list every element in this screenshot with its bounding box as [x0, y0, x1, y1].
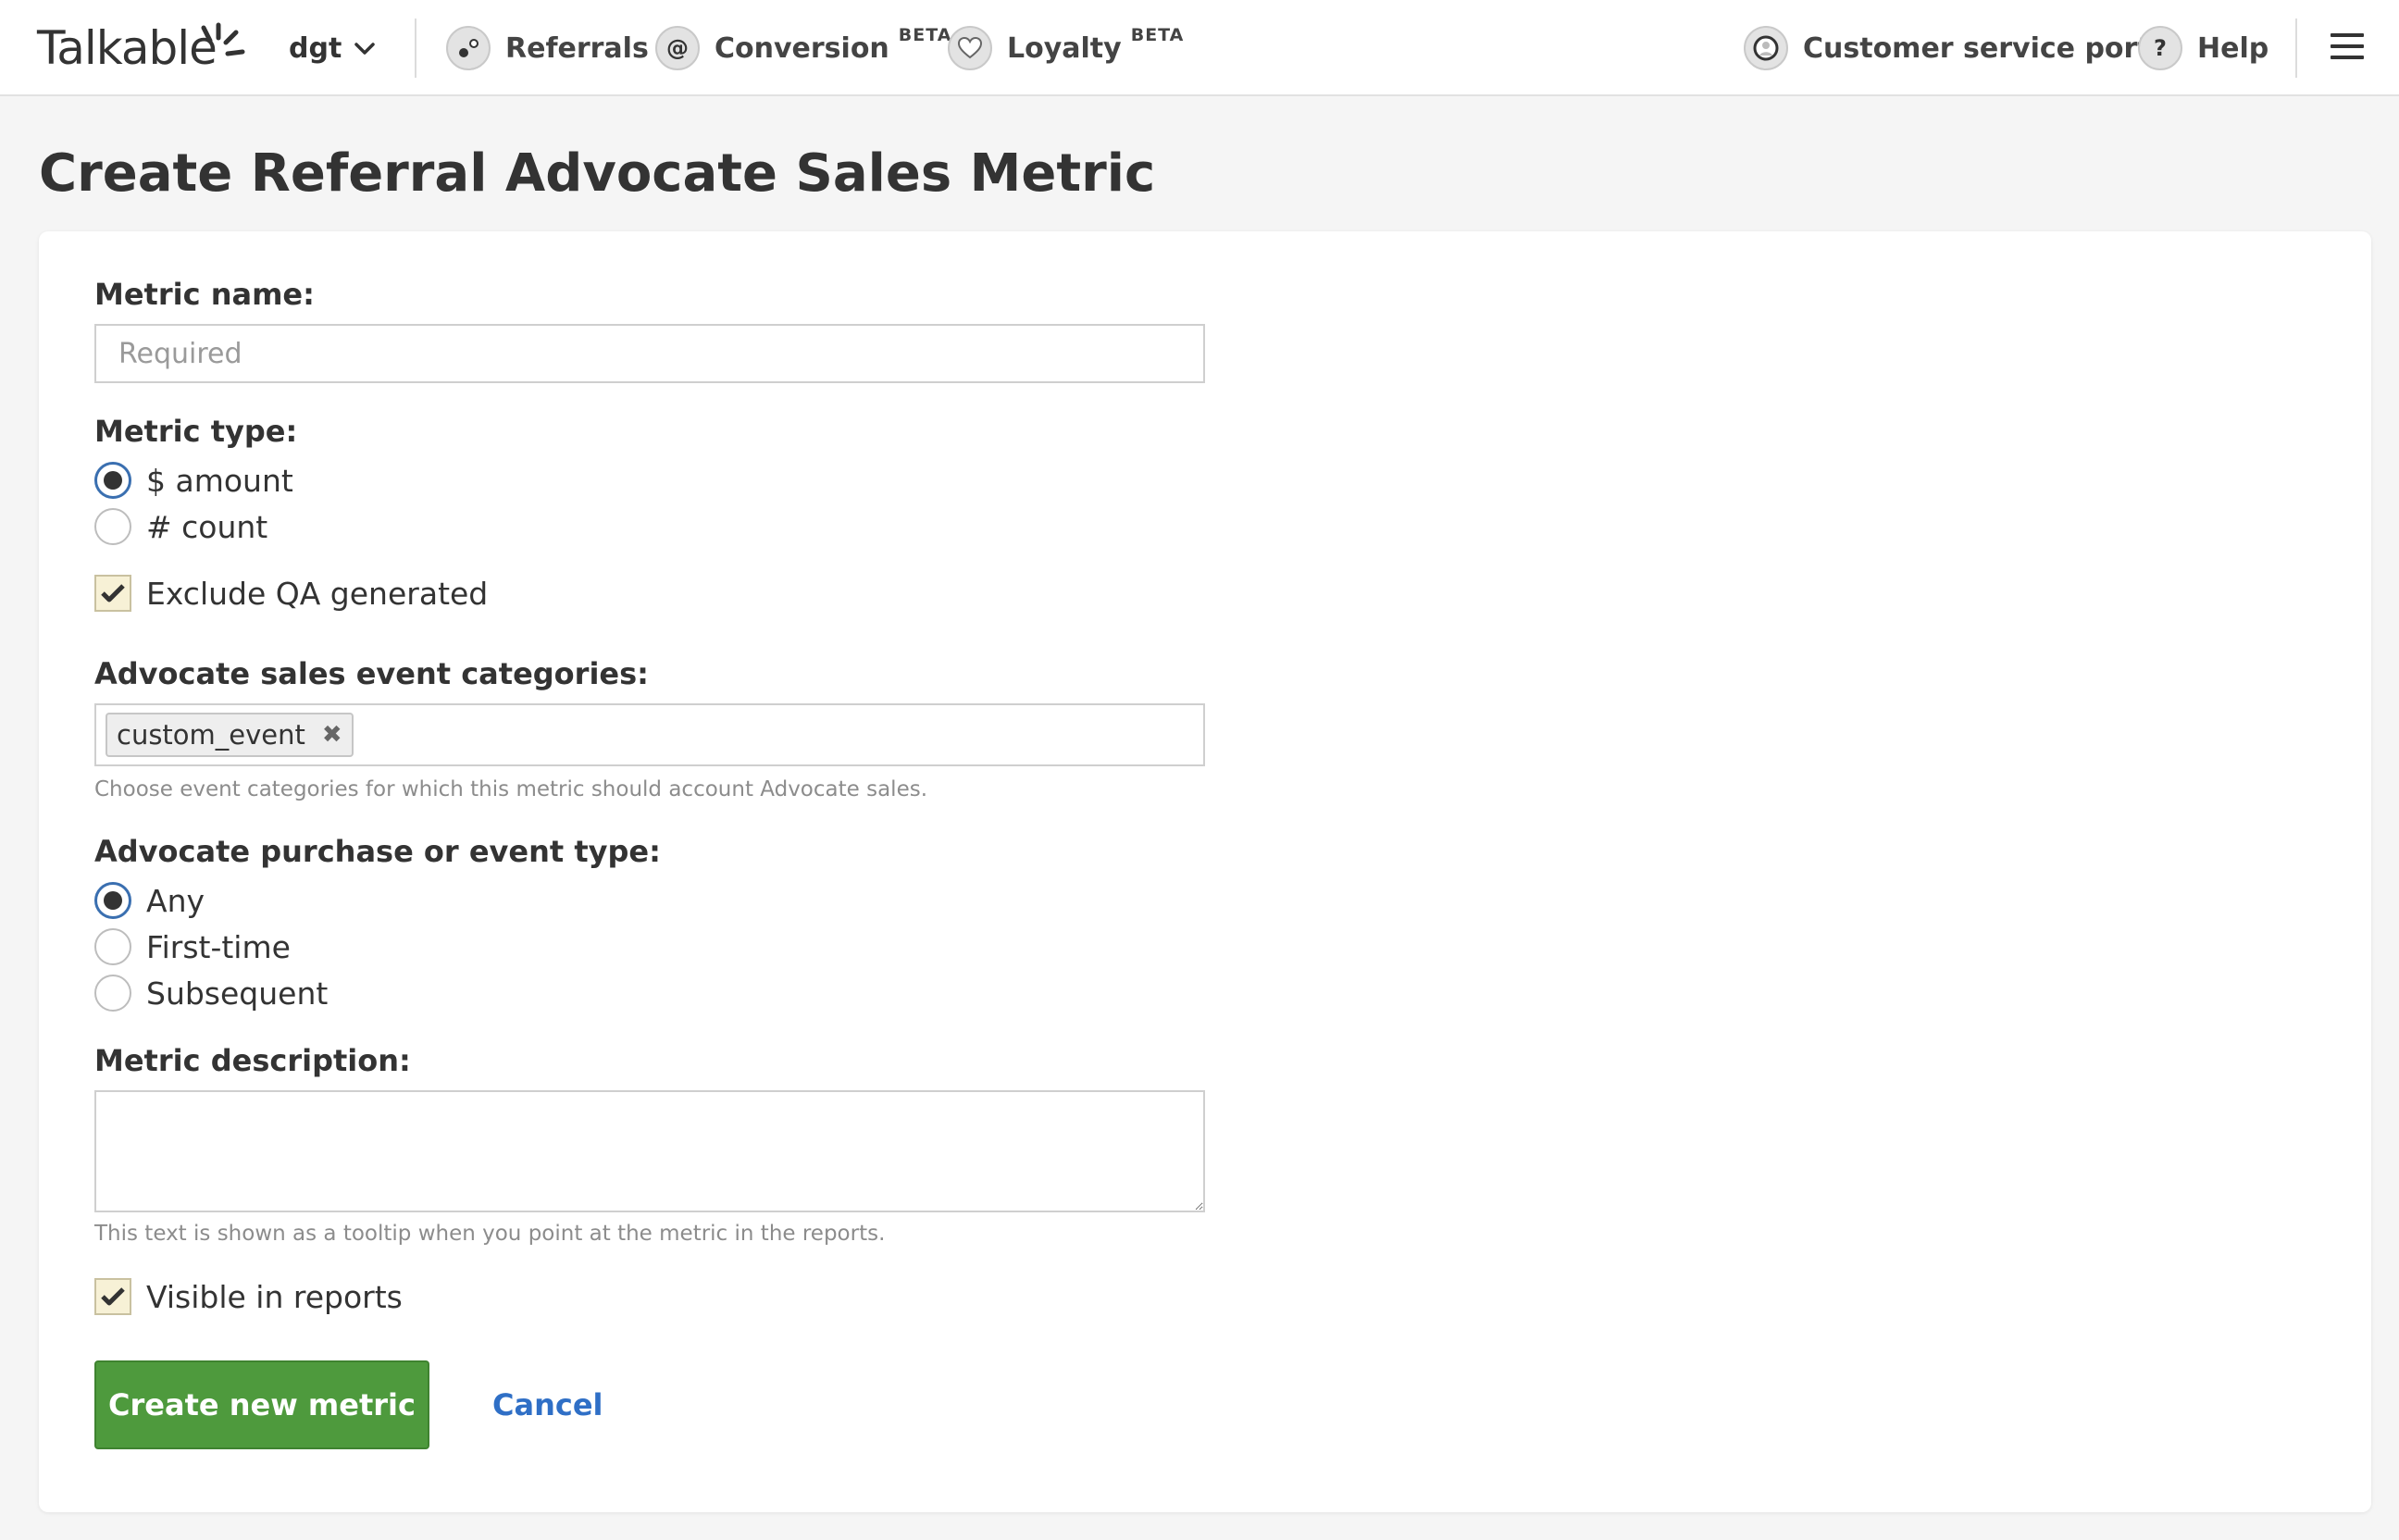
chevron-down-icon [354, 43, 376, 55]
visible-in-reports-checkbox[interactable] [94, 1278, 131, 1315]
help-icon: ? [2138, 26, 2182, 70]
nav-divider [2295, 19, 2297, 78]
nav-conversion[interactable]: @ Conversion BETA [655, 24, 951, 72]
radio-button[interactable] [94, 882, 131, 919]
purchase-type-first-time-option[interactable]: First-time [94, 927, 291, 966]
metric-type-amount-option[interactable]: $ amount [94, 461, 293, 500]
purchase-type-any-option[interactable]: Any [94, 881, 205, 920]
radio-button[interactable] [94, 462, 131, 499]
site-selector-value: dgt [289, 32, 342, 65]
nav-referrals-label: Referrals [505, 31, 649, 65]
metric-type-label: Metric type: [94, 414, 298, 449]
hamburger-menu-icon[interactable] [2331, 33, 2364, 61]
checkmark-icon [101, 584, 125, 602]
visible-in-reports-label: Visible in reports [146, 1278, 403, 1315]
referrals-icon [446, 26, 491, 70]
event-categories-help: Choose event categories for which this m… [94, 777, 928, 801]
talkable-logo[interactable]: Talkable [37, 20, 218, 76]
visible-in-reports-option[interactable]: Visible in reports [94, 1277, 403, 1316]
metric-form-card: Metric name: Metric type: $ amount # cou… [39, 231, 2371, 1512]
top-navigation-bar: Talkable dgt Referrals @ Conversion BETA… [0, 0, 2399, 96]
exclude-qa-checkbox[interactable] [94, 575, 131, 612]
metric-description-help: This text is shown as a tooltip when you… [94, 1222, 886, 1246]
category-tag: custom_event ✖ [106, 713, 354, 757]
metric-description-textarea[interactable] [94, 1090, 1205, 1212]
metric-type-count-label: # count [146, 508, 268, 545]
category-tag-label: custom_event [117, 719, 305, 751]
beta-badge: BETA [898, 25, 952, 45]
metric-description-label: Metric description: [94, 1043, 411, 1078]
purchase-type-subsequent-label: Subsequent [146, 975, 329, 1012]
metric-type-count-option[interactable]: # count [94, 507, 267, 546]
remove-tag-icon[interactable]: ✖ [322, 721, 342, 749]
purchase-type-subsequent-option[interactable]: Subsequent [94, 974, 328, 1012]
metric-name-input[interactable] [94, 324, 1205, 383]
radio-button[interactable] [94, 928, 131, 965]
purchase-type-first-time-label: First-time [146, 928, 291, 965]
metric-name-label: Metric name: [94, 277, 315, 312]
page-title: Create Referral Advocate Sales Metric [39, 143, 1156, 204]
create-new-metric-button[interactable]: Create new metric [94, 1360, 429, 1449]
at-sign-icon: @ [655, 26, 700, 70]
nav-customer-service-portal[interactable]: Customer service portal [1744, 24, 2179, 72]
exclude-qa-label: Exclude QA generated [146, 575, 489, 612]
purchase-type-label: Advocate purchase or event type: [94, 834, 661, 869]
radio-button[interactable] [94, 508, 131, 545]
event-categories-label: Advocate sales event categories: [94, 656, 649, 691]
nav-loyalty[interactable]: Loyalty BETA [948, 24, 1184, 72]
nav-loyalty-label: Loyalty [1007, 31, 1122, 65]
customer-service-icon [1744, 26, 1788, 70]
beta-badge: BETA [1130, 25, 1185, 45]
nav-divider [415, 19, 416, 78]
exclude-qa-option[interactable]: Exclude QA generated [94, 574, 488, 613]
metric-type-amount-label: $ amount [146, 462, 293, 499]
checkmark-icon [101, 1287, 125, 1306]
radio-button[interactable] [94, 975, 131, 1012]
heart-icon [948, 26, 992, 70]
nav-help-label: Help [2197, 31, 2269, 65]
logo-spark-icon [201, 22, 245, 56]
event-categories-input[interactable]: custom_event ✖ [94, 703, 1205, 766]
nav-customer-service-label: Customer service portal [1803, 31, 2180, 65]
nav-conversion-label: Conversion [715, 31, 889, 65]
cancel-link[interactable]: Cancel [492, 1386, 603, 1423]
site-selector[interactable]: dgt [289, 28, 376, 70]
purchase-type-any-label: Any [146, 882, 205, 919]
nav-referrals[interactable]: Referrals [446, 24, 649, 72]
nav-help[interactable]: ? Help [2138, 24, 2268, 72]
